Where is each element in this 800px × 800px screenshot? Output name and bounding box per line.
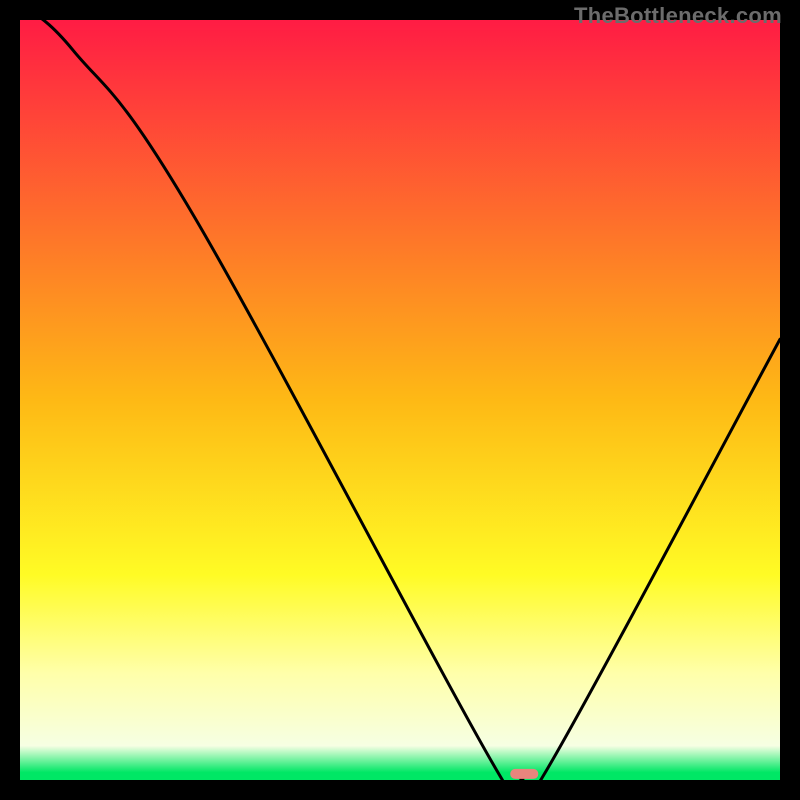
watermark-text: TheBottleneck.com xyxy=(574,3,782,29)
bottleneck-chart xyxy=(20,20,780,780)
chart-container: TheBottleneck.com xyxy=(0,0,800,800)
optimal-marker xyxy=(510,769,538,779)
chart-background-gradient xyxy=(20,20,780,780)
